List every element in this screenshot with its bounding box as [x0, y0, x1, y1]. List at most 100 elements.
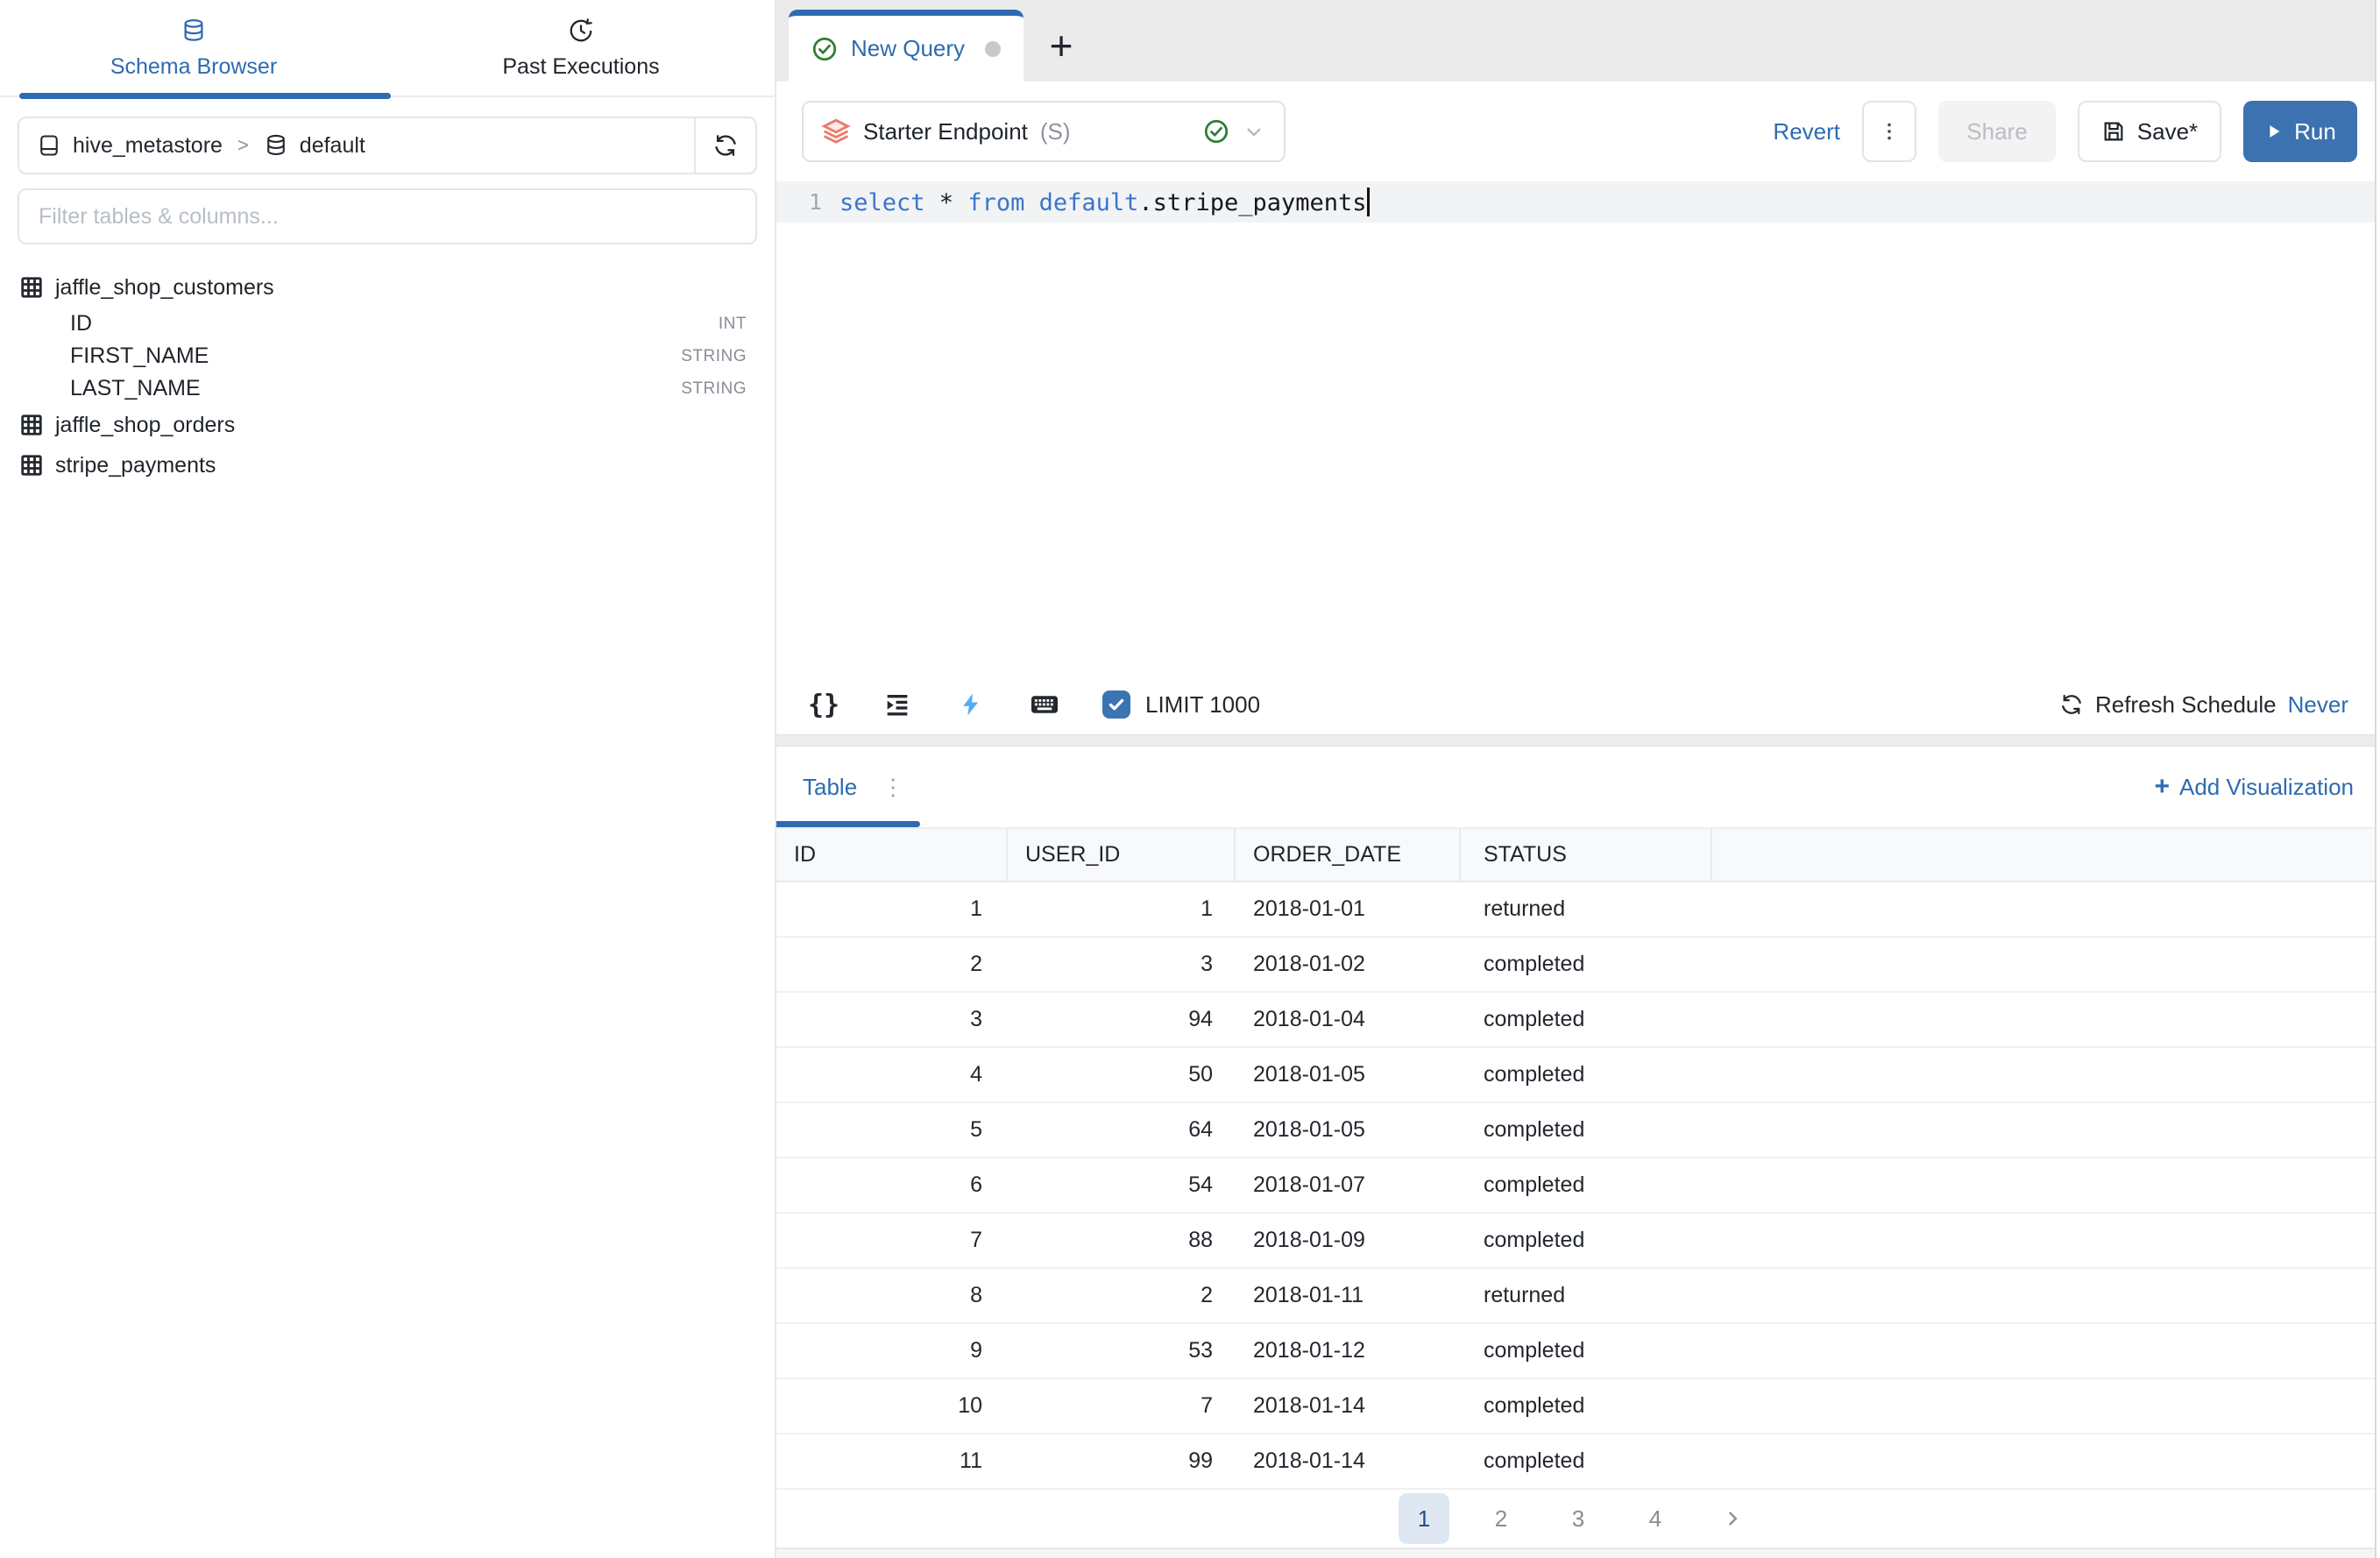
table-cell: 99: [1008, 1434, 1236, 1488]
table-cell: completed: [1461, 1103, 1712, 1157]
column-type: STRING: [681, 347, 747, 366]
next-page-button[interactable]: [1707, 1493, 1758, 1544]
quick-run-bolt-button[interactable]: [955, 689, 987, 720]
editor-toolbar: {}: [776, 675, 2380, 734]
table-row: 5642018-01-05completed: [776, 1103, 2380, 1158]
table-cell: 2018-01-05: [1236, 1048, 1461, 1101]
code-line: select * from default.stripe_payments: [839, 188, 1370, 216]
tree-column[interactable]: FIRST_NAME STRING: [19, 340, 747, 372]
table-cell-filler: [1712, 1434, 2380, 1488]
column-name: LAST_NAME: [70, 376, 201, 401]
text-cursor: [1367, 188, 1370, 216]
table-cell: 64: [1008, 1103, 1236, 1157]
endpoint-status-check-icon: [1203, 118, 1229, 145]
limit-checkbox[interactable]: [1102, 690, 1130, 719]
column-type: STRING: [681, 379, 747, 399]
limit-label: LIMIT 1000: [1145, 691, 1260, 719]
table-cell-filler: [1712, 1103, 2380, 1157]
tree-table-jaffle-shop-customers[interactable]: jaffle_shop_customers: [19, 267, 747, 308]
limit-toggle[interactable]: LIMIT 1000: [1102, 690, 1260, 719]
column-header-order-date[interactable]: ORDER_DATE: [1236, 829, 1461, 881]
keyboard-shortcuts-button[interactable]: [1029, 689, 1060, 720]
table-cell: completed: [1461, 1048, 1712, 1101]
tab-new-query[interactable]: New Query: [789, 10, 1024, 81]
plus-icon: +: [2154, 772, 2170, 802]
table-cell: 2: [1008, 1269, 1236, 1322]
table-grid-icon: [19, 413, 44, 437]
table-cell: 9: [776, 1324, 1008, 1377]
query-toolbar: Starter Endpoint (S) Revert: [776, 81, 2380, 181]
column-header-status[interactable]: STATUS: [1461, 829, 1712, 881]
run-button[interactable]: Run: [2243, 101, 2357, 162]
column-header-id[interactable]: ID: [776, 829, 1008, 881]
table-cell: 4: [776, 1048, 1008, 1101]
table-cell: 5: [776, 1103, 1008, 1157]
tab-label: Schema Browser: [110, 54, 277, 80]
page-button-1[interactable]: 1: [1399, 1493, 1449, 1544]
new-tab-button[interactable]: +: [1024, 10, 1099, 81]
refresh-schema-button[interactable]: [694, 118, 755, 173]
table-name: stripe_payments: [55, 453, 216, 478]
table-cell: returned: [1461, 1269, 1712, 1322]
check-circle-icon: [811, 36, 838, 62]
column-name: ID: [70, 311, 92, 336]
column-header-filler: [1712, 829, 2380, 881]
tree-column[interactable]: LAST_NAME STRING: [19, 372, 747, 405]
tab-label: Past Executions: [502, 54, 659, 80]
horizontal-scrollbar-track[interactable]: [776, 1547, 2380, 1558]
table-cell: 2018-01-07: [1236, 1158, 1461, 1212]
table-cell: completed: [1461, 1158, 1712, 1212]
table-cell: 7: [1008, 1379, 1236, 1433]
auto-indent-button[interactable]: [882, 689, 913, 720]
save-button[interactable]: Save*: [2078, 101, 2221, 162]
add-visualization-button[interactable]: + Add Visualization: [2154, 772, 2354, 802]
schema-filter-input[interactable]: [19, 204, 755, 230]
endpoint-selector[interactable]: Starter Endpoint (S): [802, 101, 1286, 162]
format-braces-button[interactable]: {}: [808, 689, 839, 720]
play-icon: [2264, 122, 2284, 141]
breadcrumb[interactable]: hive_metastore > default: [19, 133, 694, 159]
breadcrumb-schema[interactable]: default: [300, 133, 365, 159]
table-cell-filler: [1712, 1158, 2380, 1212]
column-header-user-id[interactable]: USER_ID: [1008, 829, 1236, 881]
table-name: jaffle_shop_customers: [55, 275, 274, 301]
tree-table-stripe-payments[interactable]: stripe_payments: [19, 445, 747, 485]
table-cell: returned: [1461, 882, 1712, 936]
tree-column[interactable]: ID INT: [19, 308, 747, 340]
catalog-icon: [37, 133, 61, 158]
refresh-schedule-value[interactable]: Never: [2288, 691, 2348, 719]
vertical-scrollbar-track[interactable]: [2375, 0, 2380, 1558]
table-cell: 7: [776, 1214, 1008, 1267]
revert-button[interactable]: Revert: [1773, 118, 1840, 145]
sql-editor-app: Schema Browser Past Executions: [0, 0, 2380, 1558]
table-cell-filler: [1712, 1379, 2380, 1433]
sidebar: Schema Browser Past Executions: [0, 0, 776, 1558]
table-cell: 2018-01-14: [1236, 1379, 1461, 1433]
page-button-2[interactable]: 2: [1476, 1493, 1526, 1544]
results-table: ID USER_ID ORDER_DATE STATUS 112018-01-0…: [776, 827, 2380, 1490]
table-row: 11992018-01-14completed: [776, 1434, 2380, 1490]
table-row: 7882018-01-09completed: [776, 1214, 2380, 1269]
table-row: 112018-01-01returned: [776, 882, 2380, 938]
table-cell: 3: [776, 993, 1008, 1046]
tab-schema-browser[interactable]: Schema Browser: [0, 18, 387, 96]
table-cell: 88: [1008, 1214, 1236, 1267]
results-active-tab-underline: [776, 821, 920, 827]
table-cell: completed: [1461, 993, 1712, 1046]
tab-past-executions[interactable]: Past Executions: [387, 18, 775, 96]
table-cell-filler: [1712, 1214, 2380, 1267]
table-cell: 1: [776, 882, 1008, 936]
share-button[interactable]: Share: [1938, 101, 2056, 162]
page-button-4[interactable]: 4: [1630, 1493, 1681, 1544]
results-tab-menu-icon[interactable]: ⋮: [882, 774, 906, 801]
table-cell: completed: [1461, 938, 1712, 991]
page-button-3[interactable]: 3: [1553, 1493, 1604, 1544]
results-tab-table[interactable]: Table: [803, 774, 857, 801]
sql-editor[interactable]: 1 select * from default.stripe_payments: [776, 181, 2380, 675]
tree-table-jaffle-shop-orders[interactable]: jaffle_shop_orders: [19, 405, 747, 445]
breadcrumb-catalog[interactable]: hive_metastore: [73, 133, 223, 159]
breadcrumb-chevron-icon: >: [237, 134, 249, 157]
more-actions-button[interactable]: [1862, 101, 1916, 162]
table-row: 232018-01-02completed: [776, 938, 2380, 993]
endpoint-layers-icon: [821, 117, 851, 146]
